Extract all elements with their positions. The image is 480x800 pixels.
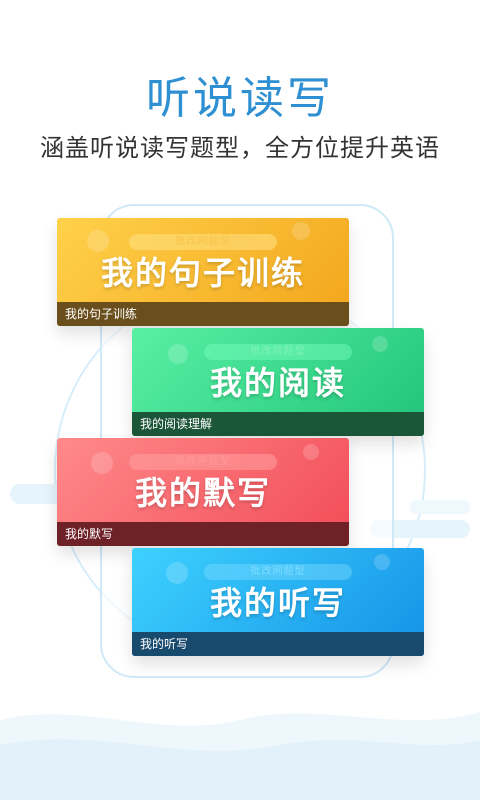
card-footer-label: 我的句子训练 <box>57 302 349 326</box>
card-title: 我的句子训练 <box>100 254 305 292</box>
bubble-decoration <box>303 444 319 460</box>
bubble-decoration <box>292 222 310 240</box>
bubble-decoration <box>372 336 388 352</box>
card-title: 我的听写 <box>209 584 346 622</box>
cloud-shape <box>410 500 470 514</box>
card-footer-label: 我的阅读理解 <box>132 412 424 436</box>
card-footer-label: 我的听写 <box>132 632 424 656</box>
card-reading[interactable]: 批改网题型 我的阅读 我的阅读理解 <box>132 328 424 436</box>
card-title: 我的阅读 <box>209 364 346 402</box>
page-title: 听说读写 <box>146 73 334 124</box>
page-subtitle: 涵盖听说读写题型，全方位提升英语 <box>40 134 440 162</box>
card-footer-label: 我的默写 <box>57 522 349 546</box>
card-dictation-writing[interactable]: 批改网题型 我的默写 我的默写 <box>57 438 349 546</box>
card-title: 我的默写 <box>134 474 271 512</box>
card-sentence-training[interactable]: 批改网题型 我的句子训练 我的句子训练 <box>57 218 349 326</box>
bubble-decoration <box>374 554 390 570</box>
card-listening-dictation[interactable]: 批改网题型 我的听写 我的听写 <box>132 548 424 656</box>
